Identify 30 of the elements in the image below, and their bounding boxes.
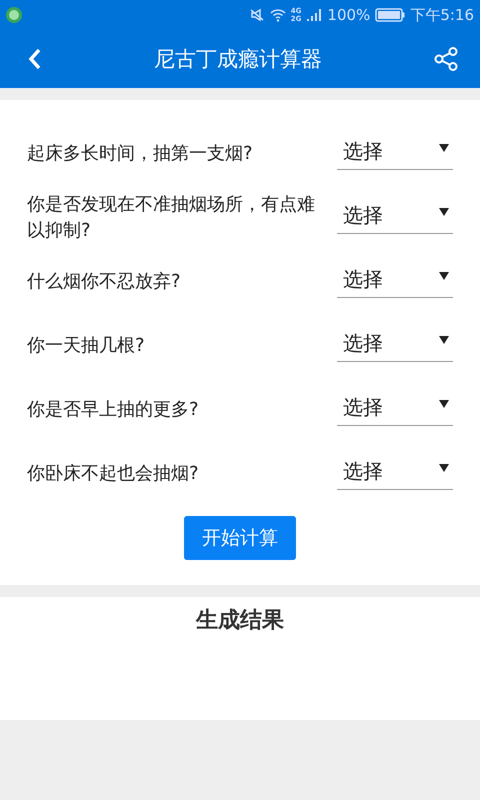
select-dropdown[interactable]: 选择 xyxy=(337,266,453,298)
mute-icon xyxy=(248,7,265,23)
app-title: 尼古丁成瘾计算器 xyxy=(154,46,322,73)
question-label: 你卧床不起也会抽烟? xyxy=(27,462,200,486)
battery-icon xyxy=(375,8,406,22)
calculate-button[interactable]: 开始计算 xyxy=(184,516,296,560)
result-title: 生成结果 xyxy=(196,607,284,635)
caret-icon xyxy=(439,272,449,280)
battery-percent: 100% xyxy=(327,6,370,24)
question-label: 起床多长时间，抽第一支烟? xyxy=(27,142,254,166)
question-label: 你一天抽几根? xyxy=(27,334,146,358)
question-label: 什么烟你不忍放弃? xyxy=(27,270,182,294)
caret-icon xyxy=(439,144,449,152)
caret-icon xyxy=(439,464,449,472)
share-icon[interactable] xyxy=(434,47,458,71)
question-label: 你是否发现在不准抽烟场所，有点难以抑制? xyxy=(27,193,316,243)
caret-icon xyxy=(439,208,449,216)
wifi-icon xyxy=(270,7,286,23)
caret-icon xyxy=(439,400,449,408)
select-dropdown[interactable]: 选择 xyxy=(337,458,453,490)
back-icon[interactable] xyxy=(28,48,42,70)
select-dropdown[interactable]: 选择 xyxy=(337,138,453,170)
select-dropdown[interactable]: 选择 xyxy=(337,394,453,426)
question-label: 你是否早上抽的更多? xyxy=(27,398,200,422)
signal-icon xyxy=(306,7,322,23)
select-dropdown[interactable]: 选择 xyxy=(337,202,453,234)
notification-icon xyxy=(6,7,22,23)
caret-icon xyxy=(439,336,449,344)
select-dropdown[interactable]: 选择 xyxy=(337,330,453,362)
clock: 下午5:16 xyxy=(410,6,474,24)
